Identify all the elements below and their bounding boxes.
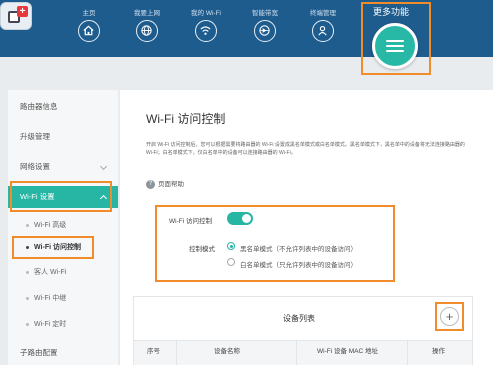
column-divider [296, 340, 297, 365]
add-device-button[interactable]: + [440, 307, 459, 326]
help-label: 页面帮助 [158, 181, 184, 188]
user-icon [312, 20, 334, 42]
help-icon: ? [146, 179, 155, 189]
menu-icon-line [386, 50, 404, 52]
sidebar-item-label: 客人 Wi-Fi [34, 269, 67, 276]
access-control-label: Wi-Fi 访问控制 [169, 218, 212, 225]
device-list-title: 设备列表 [283, 314, 315, 323]
globe-icon [136, 20, 158, 42]
bullet-icon [26, 223, 29, 227]
toggle-knob [242, 214, 251, 223]
column-header-index: 序号 [147, 348, 160, 355]
menu-icon-line [386, 45, 404, 47]
menu-icon-line [386, 40, 404, 42]
bullet-icon [26, 270, 29, 274]
router-logo[interactable]: + [0, 2, 32, 30]
control-mode-label: 控制模式 [189, 246, 215, 253]
nav-item-my-wifi[interactable]: 我的 Wi-Fi [183, 9, 229, 42]
nav-item-label: 智能带宽 [252, 10, 278, 17]
whitelist-mode-radio[interactable] [227, 258, 235, 266]
sidebar-item-label: 网络设置 [20, 162, 50, 171]
bullet-icon [26, 296, 29, 300]
sidebar-subitem-wifi-repeater[interactable]: Wi-Fi 中继 [8, 289, 118, 309]
sidebar-item-router-info[interactable]: 路由器信息 [8, 96, 118, 118]
page-help-link[interactable]: ? 页面帮助 [146, 178, 184, 189]
nav-item-home[interactable]: 主页 [66, 9, 112, 42]
sidebar-item-label: Wi-Fi 定时 [34, 321, 67, 328]
bullet-icon [26, 322, 29, 326]
blacklist-mode-label: 黑名单模式（不允许列表中的设备访问） [240, 246, 357, 253]
column-divider [176, 340, 177, 365]
wifi-settings-highlight [10, 181, 112, 212]
wifi-icon [195, 20, 217, 42]
column-divider [407, 340, 408, 365]
access-control-toggle[interactable] [227, 212, 253, 225]
sidebar-subitem-wifi-schedule[interactable]: Wi-Fi 定时 [8, 315, 118, 335]
sidebar-item-sub-router[interactable]: 子路由配置 [8, 342, 118, 364]
nav-item-smart-bandwidth[interactable]: 智能带宽 [242, 9, 288, 42]
column-header-action: 操作 [432, 348, 445, 355]
logo-plus-icon: + [17, 6, 28, 17]
chevron-down-icon [99, 162, 108, 171]
access-control-highlight [12, 236, 94, 259]
whitelist-mode-label: 白名单模式（只允许列表中的设备访问） [240, 262, 357, 269]
nav-item-label: 我的 Wi-Fi [191, 10, 221, 17]
sidebar-item-label: 路由器信息 [20, 102, 58, 111]
sidebar-subitem-wifi-advanced[interactable]: Wi-Fi 高级 [8, 216, 118, 236]
column-header-device-name: 设备名称 [214, 348, 240, 355]
bandwidth-icon [254, 20, 276, 42]
sidebar-item-network-settings[interactable]: 网络设置 [8, 156, 118, 178]
home-icon [78, 20, 100, 42]
more-features-label: 更多功能 [373, 7, 410, 17]
nav-item-label: 终端管理 [310, 10, 336, 17]
sidebar-item-label: Wi-Fi 中继 [34, 295, 67, 302]
nav-item-internet[interactable]: 我要上网 [124, 9, 170, 42]
nav-item-label: 我要上网 [134, 10, 160, 17]
nav-item-label: 主页 [82, 10, 96, 17]
more-features-button[interactable] [372, 23, 418, 69]
nav-item-device-management[interactable]: 终端管理 [300, 9, 346, 42]
device-table-header [134, 340, 472, 365]
blacklist-mode-radio[interactable] [227, 242, 235, 250]
page-description: 开启 Wi-Fi 访问控制后，您可以根据需要将路由器的 Wi-Fi 设置成黑名单… [146, 142, 465, 156]
sidebar-item-label: 子路由配置 [20, 348, 58, 357]
page-title: Wi-Fi 访问控制 [146, 112, 226, 126]
sidebar-item-upgrade[interactable]: 升级管理 [8, 126, 118, 148]
column-header-mac: Wi-Fi 设备 MAC 地址 [317, 348, 379, 355]
sidebar-subitem-guest-wifi[interactable]: 客人 Wi-Fi [8, 263, 118, 283]
sidebar-item-label: 升级管理 [20, 132, 50, 141]
sidebar-item-label: Wi-Fi 高级 [34, 222, 67, 229]
